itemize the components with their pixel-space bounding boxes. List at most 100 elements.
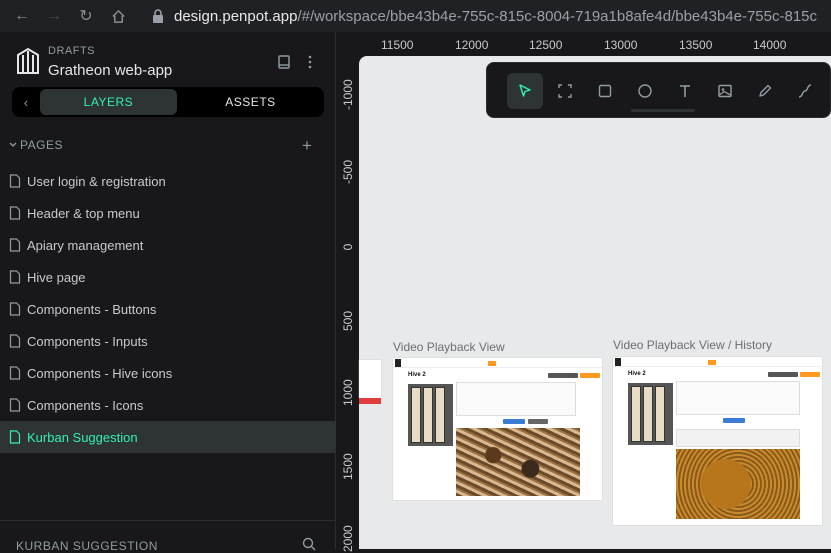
mini-heading: Hive 2 [408, 372, 426, 378]
vertical-ruler: -1000 -500 0 500 1000 1500 2000 [337, 56, 359, 552]
path-icon[interactable] [787, 73, 823, 109]
reload-icon[interactable]: ↻ [70, 0, 102, 32]
ruler-y-tick: 500 [341, 310, 355, 332]
mini-button-blue [503, 419, 525, 424]
page-item[interactable]: Components - Inputs [0, 325, 336, 357]
lock-icon [153, 9, 163, 23]
mini-logo [395, 359, 401, 367]
url-path: /#/workspace/bbe43b4e-755c-815c-8004-719… [297, 7, 818, 25]
ruler-x-tick: 14000 [753, 38, 787, 52]
tab-assets[interactable]: ASSETS [177, 89, 324, 115]
mini-heading: Hive 2 [628, 371, 646, 377]
browser-toolbar: ← → ↻ design.penpot.app/#/workspace/bbe4… [0, 0, 831, 32]
ruler-y-tick: 0 [341, 243, 355, 251]
file-name[interactable]: Gratheon web-app [48, 62, 172, 79]
draft-tag [359, 398, 381, 404]
ruler-x-tick: 13000 [604, 38, 638, 52]
page-item-label: Components - Icons [27, 397, 144, 413]
page-icon [9, 174, 21, 188]
ruler-y-tick: 1000 [341, 379, 355, 406]
page-item-label: Kurban Suggestion [27, 429, 138, 445]
ellipse-icon[interactable] [627, 73, 663, 109]
page-item[interactable]: Components - Icons [0, 389, 336, 421]
add-page-icon[interactable]: + [302, 136, 312, 156]
page-item[interactable]: Header & top menu [0, 197, 336, 229]
page-item[interactable]: Kurban Suggestion [0, 421, 336, 453]
pen-icon[interactable] [747, 73, 783, 109]
address-bar[interactable]: design.penpot.app/#/workspace/bbe43b4e-7… [150, 5, 817, 27]
ruler-x-tick: 12000 [455, 38, 489, 52]
divider [0, 520, 336, 521]
page-item-label: Components - Buttons [27, 301, 157, 317]
page-icon [9, 334, 21, 348]
mini-nav-highlight [708, 360, 716, 365]
bee-frame-image [456, 428, 580, 496]
drawing-toolbar [486, 62, 831, 118]
pages-title: PAGES [20, 138, 63, 152]
sidebar-tabs: ‹ LAYERS ASSETS [12, 87, 324, 117]
horizontal-ruler: 11500 12000 12500 13000 13500 14000 [337, 32, 831, 56]
page-item-label: Hive page [27, 269, 86, 285]
board-video-playback[interactable]: Hive 2 [393, 358, 602, 500]
home-icon[interactable] [102, 0, 134, 32]
board-title-video-playback[interactable]: Video Playback View [393, 340, 505, 354]
page-icon [9, 430, 21, 444]
chevron-down-icon [9, 142, 17, 147]
tab-layers[interactable]: LAYERS [39, 89, 177, 115]
page-item-label: Apiary management [27, 237, 144, 253]
pages-header[interactable]: PAGES [8, 138, 63, 152]
page-item[interactable]: Hive page [0, 261, 336, 293]
image-icon[interactable] [707, 73, 743, 109]
page-icon [9, 366, 21, 380]
forward-icon[interactable]: → [38, 0, 70, 32]
page-list: User login & registration Header & top me… [0, 165, 336, 453]
mini-button-dark [768, 372, 798, 377]
mini-nav-highlight [488, 361, 496, 366]
book-icon[interactable] [276, 54, 292, 70]
page-item-label: Header & top menu [27, 205, 140, 221]
left-sidebar: DRAFTS Gratheon web-app ‹ LAYERS ASSETS … [0, 32, 336, 553]
partial-board[interactable] [359, 360, 381, 398]
mini-button-grey [528, 419, 548, 424]
mini-nav [613, 357, 822, 367]
mini-button-orange [800, 372, 820, 377]
mini-frame [631, 386, 641, 442]
rectangle-icon[interactable] [587, 73, 623, 109]
bee-comb-image [676, 449, 800, 519]
ruler-y-tick: 1500 [341, 453, 355, 480]
mini-history-list [676, 429, 800, 447]
penpot-logo-icon[interactable] [14, 45, 42, 77]
more-options-icon[interactable] [302, 54, 318, 70]
board-icon[interactable] [547, 73, 583, 109]
text-icon[interactable] [667, 73, 703, 109]
page-icon [9, 270, 21, 284]
mini-frame [411, 387, 421, 443]
mini-frame [435, 387, 445, 443]
board-title-video-playback-history[interactable]: Video Playback View / History [613, 338, 772, 352]
toolbar-grip[interactable] [631, 109, 695, 112]
page-item[interactable]: Apiary management [0, 229, 336, 261]
mini-logo [615, 358, 621, 366]
page-icon [9, 302, 21, 316]
page-item[interactable]: Components - Hive icons [0, 357, 336, 389]
page-item-label: User login & registration [27, 173, 166, 189]
ruler-x-tick: 12500 [529, 38, 563, 52]
mini-notice-panel [456, 382, 576, 416]
page-item-label: Components - Inputs [27, 333, 148, 349]
mini-notice-panel [676, 381, 800, 415]
mini-nav [393, 358, 602, 368]
ruler-x-tick: 13500 [679, 38, 713, 52]
layers-section-title: KURBAN SUGGESTION [16, 539, 158, 553]
mini-button-blue [723, 418, 745, 423]
project-section-label: DRAFTS [48, 45, 95, 57]
collapse-sidebar-icon[interactable]: ‹ [12, 87, 40, 117]
page-item[interactable]: User login & registration [0, 165, 336, 197]
page-icon [9, 398, 21, 412]
board-video-playback-history[interactable]: Hive 2 [613, 357, 822, 525]
page-item[interactable]: Components - Buttons [0, 293, 336, 325]
pointer-icon[interactable] [507, 73, 543, 109]
ruler-x-tick: 11500 [381, 38, 414, 52]
mini-frame [643, 386, 653, 442]
back-icon[interactable]: ← [6, 0, 38, 32]
page-icon [9, 206, 21, 220]
